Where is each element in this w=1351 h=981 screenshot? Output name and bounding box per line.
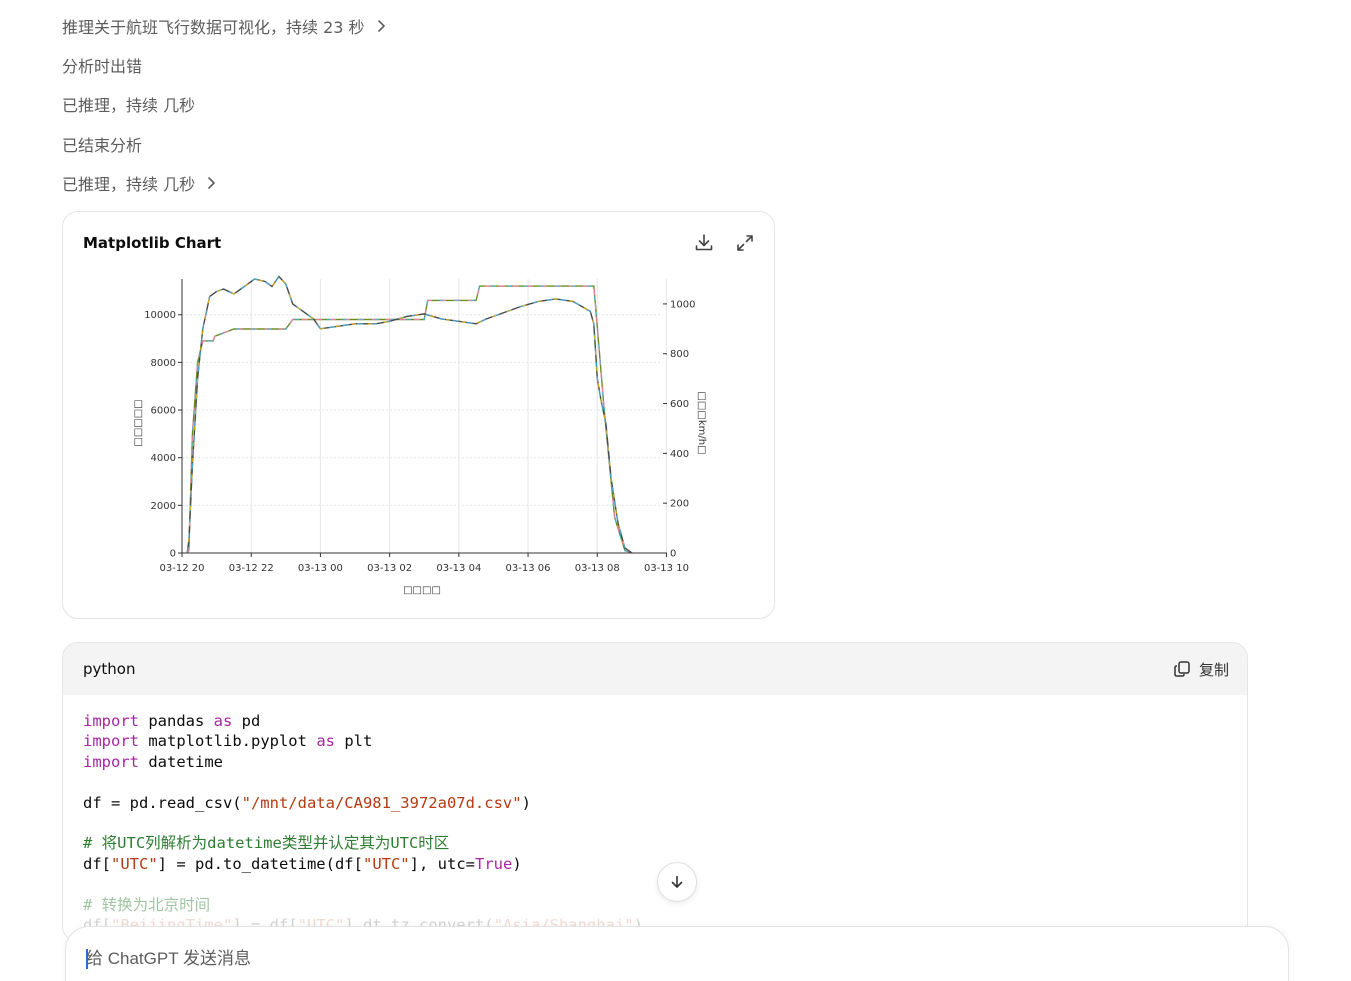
series-overlay2-left (186, 285, 633, 554)
copy-code-button[interactable]: 复制 (1173, 659, 1229, 680)
flight-chart: 03-12 20 03-12 22 03-13 00 03-13 02 03-13 04… (133, 275, 707, 596)
y-left-tick-label: 8000 (151, 358, 176, 369)
series-overlay-left (186, 285, 633, 554)
x-tick-label: 03-13 04 (436, 563, 481, 574)
message-composer (65, 926, 1289, 981)
code-content: import pandas as pd import matplotlib.pyp… (63, 695, 1247, 941)
y-axis-right-label: □□□km/h□ (696, 391, 707, 454)
y-left-tick-label: 6000 (151, 406, 176, 417)
message-input[interactable] (86, 947, 986, 971)
series-line-left (186, 285, 633, 554)
arrow-down-icon (671, 875, 683, 888)
code-line: import matplotlib.pyplot as plt (83, 732, 373, 751)
chevron-right-icon (377, 20, 385, 32)
analysis-finished-label: 已结束分析 (62, 136, 143, 155)
series-overlay2-right (186, 275, 633, 554)
x-tick-label: 03-12 22 (229, 563, 274, 574)
code-line: # 将UTC列解析为datetime类型并认定其为UTC时区 (83, 834, 450, 853)
y-right-tick-label: 200 (670, 499, 689, 510)
code-line: # 转换为北京时间 (83, 895, 211, 914)
x-tick-label: 03-13 08 (575, 563, 620, 574)
reasoning-summary-2[interactable]: 已推理，持续 几秒 (62, 171, 219, 195)
reasoned-label: 已推理，持续 几秒 (62, 96, 196, 115)
chart-card: Matplotlib Chart 03-12 20 03-12 22 03-13 0… (62, 211, 775, 619)
chevron-right-icon (208, 177, 215, 189)
reasoning-summary[interactable]: 推理关于航班飞行数据可视化，持续 23 秒 (62, 14, 389, 38)
code-language-label: python (83, 660, 136, 678)
code-line: import datetime (83, 752, 223, 771)
analysis-error-label: 分析时出错 (62, 57, 143, 76)
copy-icon (1174, 661, 1190, 677)
analysis-error-status: 分析时出错 (62, 53, 142, 77)
reasoned-status: 已推理，持续 几秒 (62, 92, 195, 116)
y-right-tick-label: 0 (670, 549, 676, 560)
y-left-tick-label: 2000 (151, 501, 176, 512)
series-line-right (186, 275, 633, 554)
x-tick-label: 03-13 10 (644, 563, 689, 574)
y-right-tick-label: 1000 (670, 299, 695, 310)
y-right-tick-label: 600 (670, 399, 689, 410)
x-axis-label: □□□□ (403, 585, 441, 596)
scroll-to-bottom-button[interactable] (657, 862, 697, 902)
code-block: python 复制 import pandas as pd import matp… (62, 642, 1248, 942)
code-line: import pandas as pd (83, 712, 261, 730)
x-tick-label: 03-13 00 (298, 563, 343, 574)
code-line: df = pd.read_csv("/mnt/data/CA981_3972a0… (83, 793, 531, 812)
x-tick-label: 03-13 02 (367, 563, 412, 574)
x-tick-label: 03-12 20 (160, 563, 205, 574)
y-left-tick-label: 10000 (144, 310, 176, 321)
code-block-header: python 复制 (63, 643, 1247, 695)
y-right-tick-label: 800 (670, 349, 689, 360)
code-line: df["UTC"] = pd.to_datetime(df["UTC"], ut… (83, 854, 522, 873)
x-tick-label: 03-13 06 (506, 563, 551, 574)
y-left-tick-label: 0 (170, 549, 176, 560)
reasoning-summary-2-label: 已推理，持续 几秒 (62, 175, 196, 194)
y-right-tick-label: 400 (670, 449, 689, 460)
y-axis-left-label: □□□□□ (133, 399, 144, 446)
y-left-tick-label: 4000 (151, 453, 176, 464)
series-overlay-right (186, 275, 633, 554)
analysis-finished-status: 已结束分析 (62, 132, 142, 156)
copy-label: 复制 (1198, 660, 1229, 679)
reasoning-summary-label: 推理关于航班飞行数据可视化，持续 23 秒 (62, 18, 365, 37)
